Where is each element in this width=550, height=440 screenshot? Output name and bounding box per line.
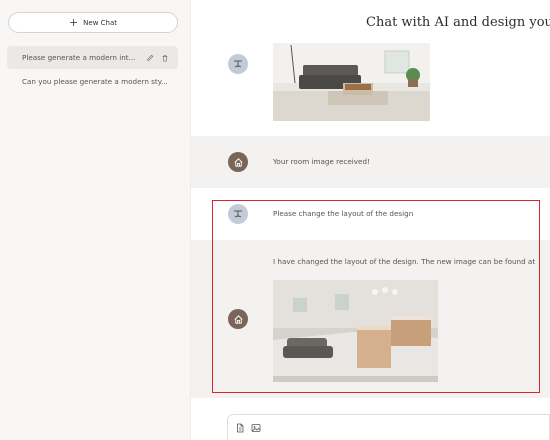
user-avatar-icon <box>228 54 248 74</box>
chat-panel: Chat with AI and design your r Your room… <box>191 0 550 440</box>
generated-room-image[interactable] <box>273 280 438 382</box>
message-text: Please change the layout of the design <box>273 209 414 218</box>
new-chat-button[interactable]: + New Chat <box>8 12 178 33</box>
message-text: I have changed the layout of the design.… <box>273 257 536 266</box>
message-input-bar[interactable] <box>227 414 550 440</box>
page-title: Chat with AI and design your r <box>366 15 550 30</box>
chat-title: Please generate a modern int... <box>22 53 136 62</box>
message-text: Your room image received! <box>273 157 370 166</box>
user-avatar-icon <box>228 204 248 224</box>
chat-history-item[interactable]: Can you please generate a modern sty... <box>7 70 178 93</box>
sidebar: + New Chat Please generate a modern int.… <box>0 0 191 440</box>
home-icon <box>228 309 248 329</box>
chat-message-ai: Your room image received! <box>191 136 550 188</box>
image-icon[interactable] <box>251 423 261 433</box>
chat-title: Can you please generate a modern sty... <box>22 77 168 86</box>
new-chat-label: New Chat <box>83 18 118 27</box>
file-icon[interactable] <box>235 423 245 433</box>
uploaded-room-image[interactable] <box>273 43 430 121</box>
home-icon <box>228 152 248 172</box>
chat-history-item[interactable]: Please generate a modern int... <box>7 46 178 69</box>
trash-icon[interactable] <box>161 54 169 62</box>
chat-message-user: Please change the layout of the design <box>191 188 550 240</box>
chat-message-ai: I have changed the layout of the design.… <box>191 240 550 398</box>
chat-message-user <box>191 40 550 136</box>
plus-icon: + <box>68 15 79 29</box>
edit-icon[interactable] <box>146 54 154 62</box>
